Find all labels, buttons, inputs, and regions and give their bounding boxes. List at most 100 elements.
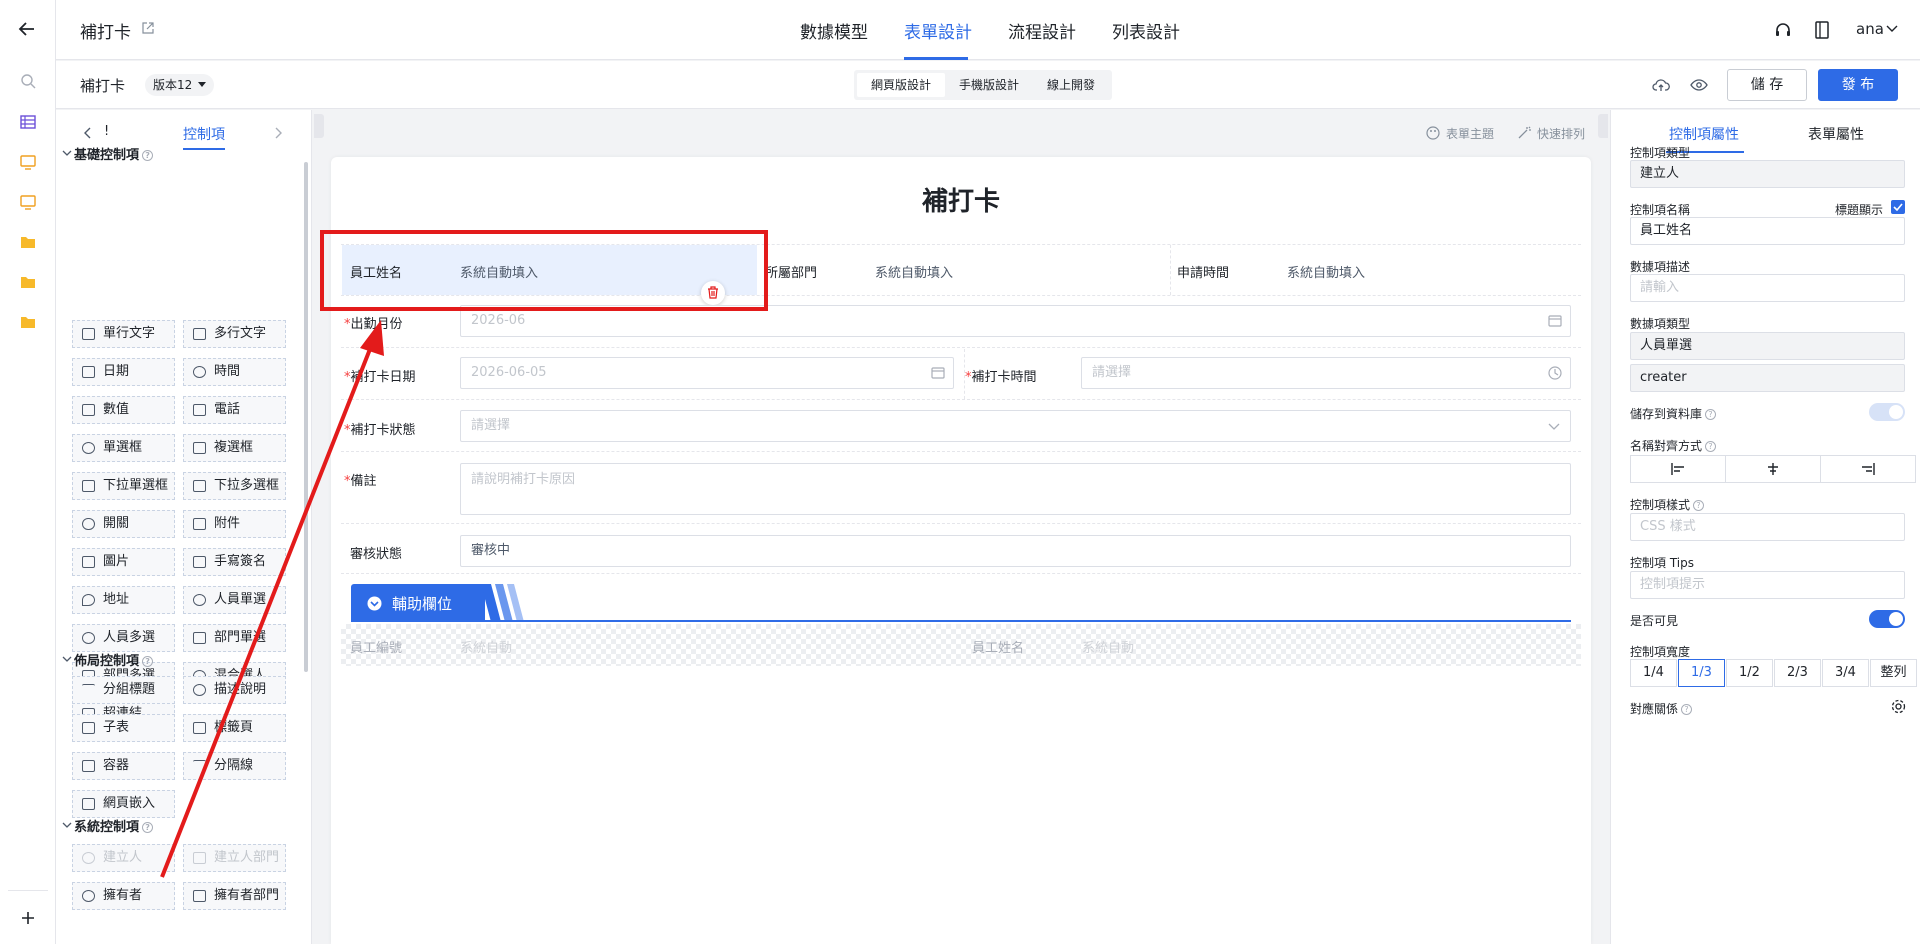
field-value: 系統自動填入	[1287, 266, 1366, 281]
help-icon: ?	[1681, 704, 1693, 715]
app-title: 補打卡	[80, 23, 131, 43]
width-option-3-4[interactable]: 3/4	[1822, 659, 1869, 687]
external-link-icon[interactable]	[142, 22, 154, 34]
time-input[interactable]: 請選擇	[1081, 357, 1571, 389]
check-icon	[1893, 203, 1903, 211]
publish-button[interactable]: 發 布	[1818, 69, 1898, 101]
save-button[interactable]: 儲 存	[1727, 69, 1807, 101]
control-name-label: 控制項名稱	[1630, 203, 1691, 217]
collapse-icon[interactable]	[62, 150, 72, 158]
control-signature[interactable]: 手寫簽名	[183, 548, 286, 576]
control-number[interactable]: 數值	[72, 396, 175, 424]
control-description[interactable]: 描述說明	[183, 676, 286, 704]
version-select[interactable]: 版本12	[145, 74, 215, 96]
align-left-button[interactable]	[1631, 456, 1726, 482]
control-subtable[interactable]: 子表	[72, 714, 175, 742]
segment-mobile[interactable]: 手機版設計	[945, 73, 1033, 97]
align-center-button[interactable]	[1726, 456, 1821, 482]
form-theme-button[interactable]: 表單主題	[1446, 125, 1494, 142]
css-style-input[interactable]: CSS 樣式	[1630, 513, 1905, 541]
review-status-input[interactable]: 審核中	[460, 535, 1571, 567]
collapse-left-handle[interactable]	[314, 114, 324, 138]
width-option-1-2[interactable]: 1/2	[1726, 659, 1773, 687]
control-divider[interactable]: 分隔線	[183, 752, 286, 780]
title-display-checkbox[interactable]	[1891, 200, 1905, 214]
data-desc-input[interactable]: 請輸入	[1630, 274, 1905, 302]
folder-icon[interactable]	[20, 314, 36, 330]
back-arrow-icon[interactable]	[18, 20, 36, 38]
headset-icon[interactable]	[1774, 21, 1792, 39]
palette-scrollbar[interactable]	[304, 162, 308, 672]
control-owner[interactable]: 擁有者	[72, 882, 175, 910]
chevron-down-icon[interactable]	[1886, 25, 1898, 33]
tab-list-design[interactable]: 列表設計	[1112, 18, 1180, 43]
width-option-1-4[interactable]: 1/4	[1630, 659, 1677, 687]
screen-icon[interactable]	[20, 194, 36, 210]
tab-data-model[interactable]: 數據模型	[800, 18, 868, 43]
control-checkbox[interactable]: 複選框	[183, 434, 286, 462]
palette-tab-controls[interactable]: 控制項	[183, 124, 225, 144]
width-option-full[interactable]: 整列	[1870, 659, 1917, 687]
tab-form-props[interactable]: 表單屬性	[1808, 124, 1864, 144]
width-option-1-3[interactable]: 1/3	[1678, 659, 1725, 687]
width-option-2-3[interactable]: 2/3	[1774, 659, 1821, 687]
plus-icon[interactable]	[20, 910, 36, 926]
control-multi-line-text[interactable]: 多行文字	[183, 320, 286, 348]
tab-control-props[interactable]: 控制項屬性	[1669, 124, 1739, 144]
control-image[interactable]: 圖片	[72, 548, 175, 576]
palette-icon[interactable]	[1426, 126, 1440, 140]
control-time[interactable]: 時間	[183, 358, 286, 386]
cloud-upload-icon[interactable]	[1652, 77, 1670, 93]
palette-tab-prev[interactable]: !	[104, 124, 109, 139]
status-select[interactable]: 請選擇	[460, 410, 1571, 442]
book-icon[interactable]	[1814, 21, 1830, 39]
eye-icon[interactable]	[1690, 78, 1708, 92]
width-label: 控制項寬度	[1630, 645, 1691, 659]
table-icon[interactable]	[20, 114, 36, 130]
screen-icon[interactable]	[20, 154, 36, 170]
tab-form-design[interactable]: 表單設計	[904, 18, 972, 43]
hidden-fields-area[interactable]: 員工編號 系統自動 員工姓名 系統自動	[341, 624, 1581, 666]
segment-online-dev[interactable]: 線上開發	[1033, 73, 1109, 97]
visible-toggle[interactable]	[1869, 610, 1905, 628]
control-dropdown-single[interactable]: 下拉單選框	[72, 472, 175, 500]
collapse-icon[interactable]	[62, 656, 72, 664]
tab-flow-design[interactable]: 流程設計	[1008, 18, 1076, 43]
collapse-right-handle[interactable]	[1598, 114, 1608, 138]
search-icon[interactable]	[20, 73, 36, 89]
folder-icon[interactable]	[20, 274, 36, 290]
collapse-icon[interactable]	[62, 822, 72, 830]
folder-icon[interactable]	[20, 234, 36, 250]
date-input[interactable]: 2026-06-05	[460, 357, 954, 389]
remark-textarea[interactable]: 請說明補打卡原因	[460, 463, 1571, 515]
control-dept-single[interactable]: 部門單選	[183, 624, 286, 652]
control-single-line-text[interactable]: 單行文字	[72, 320, 175, 348]
help-icon: ?	[1705, 441, 1717, 452]
control-phone[interactable]: 電話	[183, 396, 286, 424]
chevron-left-icon[interactable]	[84, 127, 92, 139]
control-switch[interactable]: 開關	[72, 510, 175, 538]
control-name-input[interactable]: 員工姓名	[1630, 217, 1905, 245]
control-radio[interactable]: 單選框	[72, 434, 175, 462]
control-owner-dept[interactable]: 擁有者部門	[183, 882, 286, 910]
control-container[interactable]: 容器	[72, 752, 175, 780]
data-key-field: creater	[1630, 364, 1905, 392]
control-address[interactable]: 地址	[72, 586, 175, 614]
quick-arrange-button[interactable]: 快速排列	[1537, 125, 1585, 142]
align-right-button[interactable]	[1821, 456, 1915, 482]
control-web-embed[interactable]: 網頁嵌入	[72, 790, 175, 818]
control-date[interactable]: 日期	[72, 358, 175, 386]
segment-web[interactable]: 網頁版設計	[857, 73, 946, 97]
control-user-multi[interactable]: 人員多選	[72, 624, 175, 652]
chevron-right-icon[interactable]	[274, 127, 282, 139]
control-attachment[interactable]: 附件	[183, 510, 286, 538]
control-dropdown-multi[interactable]: 下拉多選框	[183, 472, 286, 500]
tips-input[interactable]: 控制項提示	[1630, 571, 1905, 599]
aux-group-header[interactable]: 輔助欄位	[351, 584, 485, 622]
control-user-single[interactable]: 人員單選	[183, 586, 286, 614]
control-group-title[interactable]: 分組標題	[72, 676, 175, 704]
user-name[interactable]: ana	[1856, 20, 1884, 38]
control-tabs[interactable]: 標籤頁	[183, 714, 286, 742]
magic-wand-icon[interactable]	[1517, 126, 1531, 140]
gear-icon[interactable]	[1891, 699, 1906, 714]
